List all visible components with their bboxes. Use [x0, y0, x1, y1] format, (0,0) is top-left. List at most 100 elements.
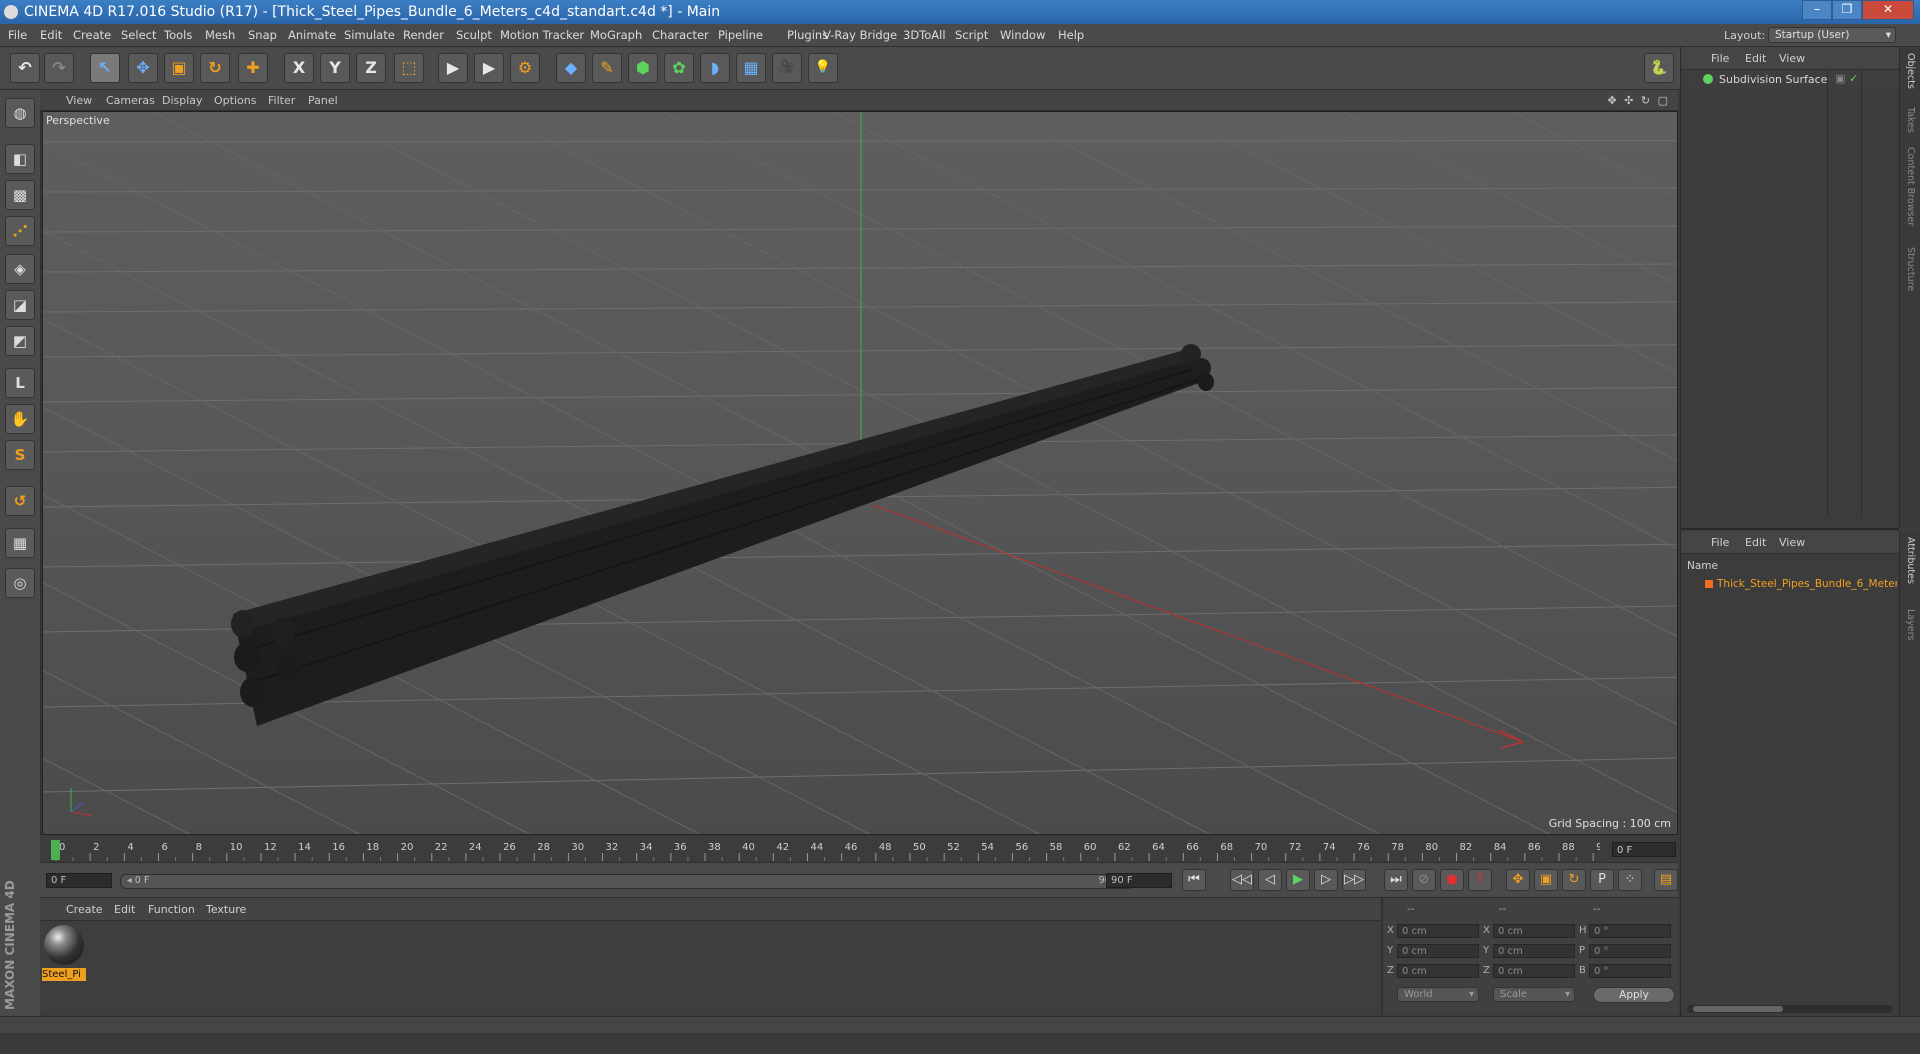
menu-3dtoall[interactable]: 3DToAll [903, 28, 946, 42]
current-frame-field[interactable]: 0 F [1612, 842, 1676, 857]
menu-animate[interactable]: Animate [288, 28, 336, 42]
side-tab-structure[interactable]: Structure [1905, 247, 1916, 291]
key-rotation-button[interactable]: ↻ [1562, 869, 1586, 891]
preview-range-slider[interactable]: ◂ 0 F 90 F ▸ [120, 874, 1134, 889]
viewport-menu-view[interactable]: View [66, 94, 92, 107]
world-dropdown[interactable]: World ▾ [1397, 987, 1479, 1002]
apply-button[interactable]: Apply [1593, 987, 1675, 1003]
side-tab-objects[interactable]: Objects [1905, 53, 1916, 89]
add-tool-button[interactable]: ✚ [238, 53, 268, 83]
deformer-button[interactable]: ◗ [700, 53, 730, 83]
material-menu-texture[interactable]: Texture [206, 903, 246, 916]
coord-value-field[interactable]: 0 cm [1493, 944, 1575, 958]
side-tab-layers[interactable]: Layers [1905, 609, 1916, 640]
side-tab-takes[interactable]: Takes [1905, 107, 1916, 133]
layer-menu-file[interactable]: File [1711, 536, 1729, 549]
timeline-window-button[interactable]: ▤ [1654, 869, 1678, 891]
texture-mode-icon[interactable]: ▩ [5, 180, 35, 210]
end-frame-field[interactable]: 90 F [1106, 873, 1172, 888]
undo-button[interactable]: ↶ [10, 53, 40, 83]
key-pla-button[interactable]: ⁘ [1618, 869, 1642, 891]
y-axis-button[interactable]: Y [320, 53, 350, 83]
perspective-viewport[interactable]: Perspective Grid Spacing : 100 cm [42, 111, 1678, 835]
timeline-ruler[interactable]: 0 2 4 6 8 10 12 14 16 18 20 22 24 26 28 30 32 34 36 38 40 42 4… [40, 836, 1678, 863]
lock-icon[interactable]: ◎ [5, 568, 35, 598]
menu-mograph[interactable]: MoGraph [590, 28, 642, 42]
move-tool-button[interactable]: ✥ [128, 53, 158, 83]
axis-mode-icon[interactable]: L [5, 368, 35, 398]
edges-mode-icon[interactable]: ◪ [5, 290, 35, 320]
viewport-menu-display[interactable]: Display [162, 94, 203, 107]
rotate-tool-button[interactable]: ↻ [200, 53, 230, 83]
object-menu-edit[interactable]: Edit [1745, 52, 1766, 65]
menu-simulate[interactable]: Simulate [344, 28, 395, 42]
coord-value-field[interactable]: 0 cm [1493, 964, 1575, 978]
key-position-button[interactable]: ✥ [1506, 869, 1530, 891]
coordinate-system-button[interactable]: ⬚ [394, 53, 424, 83]
viewport-menu-panel[interactable]: Panel [308, 94, 338, 107]
side-tab-content-browser[interactable]: Content Browser [1905, 147, 1916, 226]
layer-row[interactable]: Thick_Steel_Pipes_Bundle_6_Meters [1681, 576, 1899, 592]
horizontal-scrollbar[interactable] [1687, 1005, 1893, 1013]
menu-pipeline[interactable]: Pipeline [718, 28, 763, 42]
object-menu-file[interactable]: File [1711, 52, 1729, 65]
next-key-button[interactable]: ▷▷ [1342, 869, 1366, 891]
previous-key-button[interactable]: ◁◁ [1230, 869, 1254, 891]
material-menu-function[interactable]: Function [148, 903, 195, 916]
points-mode-icon[interactable]: ◈ [5, 254, 35, 284]
x-axis-button[interactable]: X [284, 53, 314, 83]
workplane-icon[interactable]: ⋰ [5, 216, 35, 246]
render-view-button[interactable]: ▶ [438, 53, 468, 83]
coord-value-field[interactable]: 0 cm [1397, 964, 1479, 978]
autokey-button[interactable]: ? [1468, 869, 1492, 891]
material-menu-edit[interactable]: Edit [114, 903, 135, 916]
snap-icon[interactable]: S [5, 440, 35, 470]
menu-create[interactable]: Create [73, 28, 111, 42]
steel-pipes-bundle[interactable] [231, 344, 1214, 726]
play-button[interactable]: ▶ [1286, 869, 1310, 891]
key-param-button[interactable]: P [1590, 869, 1614, 891]
record-disabled-button[interactable]: ⊘ [1412, 869, 1436, 891]
menu-render[interactable]: Render [403, 28, 444, 42]
menu-file[interactable]: File [8, 28, 27, 42]
menu-edit[interactable]: Edit [40, 28, 62, 42]
checkmark-icon[interactable]: ✓ [1849, 72, 1858, 85]
material-menu-create[interactable]: Create [66, 903, 103, 916]
menu-select[interactable]: Select [121, 28, 156, 42]
menu-sculpt[interactable]: Sculpt [456, 28, 492, 42]
viewport-menu-filter[interactable]: Filter [268, 94, 295, 107]
menu-snap[interactable]: Snap [248, 28, 277, 42]
viewport-menu-cameras[interactable]: Cameras [106, 94, 155, 107]
select-tool-button[interactable]: ↖ [90, 53, 120, 83]
material-name[interactable]: Steel_Pi [42, 968, 86, 981]
cloner-button[interactable]: ✿ [664, 53, 694, 83]
coord-value-field[interactable]: 0 cm [1397, 944, 1479, 958]
soft-selection-icon[interactable]: ↺ [5, 486, 35, 516]
tweak-mode-icon[interactable]: ✋ [5, 404, 35, 434]
maximize-button[interactable]: ❐ [1832, 0, 1862, 20]
subdivision-surface-button[interactable]: ⬢ [628, 53, 658, 83]
menu-v-ray-bridge[interactable]: V-Ray Bridge [823, 28, 897, 42]
viewport-nav-icons[interactable]: ✥ ✣ ↻ ▢ [1607, 94, 1670, 107]
viewport-menu-options[interactable]: Options [214, 94, 256, 107]
side-tab-attributes[interactable]: Attributes [1905, 537, 1916, 584]
scale-dropdown[interactable]: Scale ▾ [1493, 987, 1575, 1002]
menu-script[interactable]: Script [955, 28, 988, 42]
menu-window[interactable]: Window [1000, 28, 1045, 42]
start-frame-field[interactable]: 0 F [46, 873, 112, 888]
floor-button[interactable]: ▦ [736, 53, 766, 83]
coord-value-field[interactable]: 0 cm [1397, 924, 1479, 938]
layer-menu-view[interactable]: View [1779, 536, 1805, 549]
pen-spline-button[interactable]: ✎ [592, 53, 622, 83]
checkbox-icon[interactable]: ▣ [1835, 72, 1845, 85]
close-button[interactable]: ✕ [1862, 0, 1914, 20]
grid-snap-icon[interactable]: ▦ [5, 528, 35, 558]
record-active-button[interactable]: ● [1440, 869, 1464, 891]
menu-tools[interactable]: Tools [164, 28, 192, 42]
polygons-mode-icon[interactable]: ◩ [5, 326, 35, 356]
object-row-subdivision-surface[interactable]: Subdivision Surface ▣ ✓ [1681, 70, 1899, 88]
go-to-end-button[interactable]: ⏭ [1384, 869, 1408, 891]
model-mode-icon[interactable]: ◧ [5, 144, 35, 174]
z-axis-button[interactable]: Z [356, 53, 386, 83]
scale-tool-button[interactable]: ▣ [164, 53, 194, 83]
